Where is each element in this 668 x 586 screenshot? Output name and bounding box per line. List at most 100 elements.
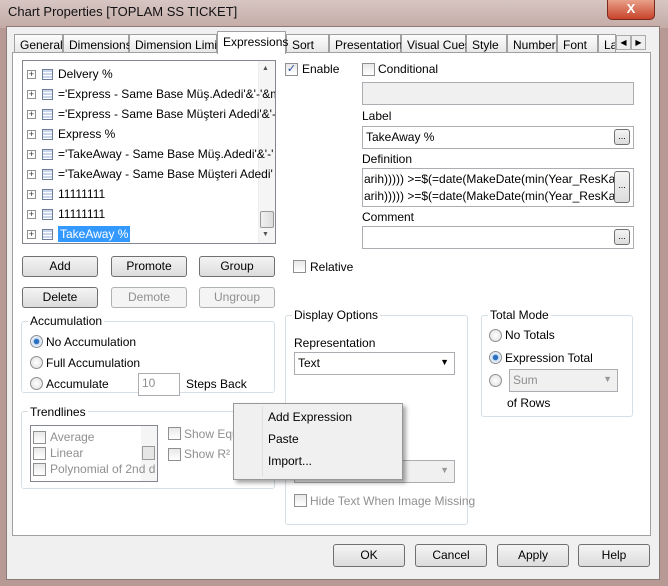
- comment-caption: Comment: [362, 210, 415, 224]
- expression-label: ='TakeAway - Same Base Müş.Adedi'&'-': [58, 147, 274, 161]
- scroll-thumb[interactable]: [260, 211, 274, 228]
- comment-ellipsis-button[interactable]: ...: [614, 229, 630, 245]
- table-icon: [42, 88, 53, 100]
- expression-label: TakeAway %: [58, 226, 131, 242]
- expression-label: 11111111: [58, 187, 106, 201]
- label-caption: Label: [362, 109, 392, 123]
- list-item[interactable]: + ='Express - Same Base Müşteri Adedi'&'-: [27, 105, 276, 123]
- table-icon: [42, 148, 53, 160]
- tab-dimension-limits[interactable]: Dimension Limits: [129, 34, 226, 53]
- list-item[interactable]: + ='TakeAway - Same Base Müşteri Adedi': [27, 165, 273, 183]
- total-function-value: Sum: [513, 373, 538, 387]
- expand-icon[interactable]: +: [27, 209, 36, 219]
- tab-visual-cues[interactable]: Visual Cues: [401, 34, 471, 53]
- expand-icon[interactable]: +: [27, 229, 36, 239]
- list-item[interactable]: + Express %: [27, 125, 115, 143]
- expand-icon[interactable]: +: [27, 129, 36, 139]
- conditional-checkbox[interactable]: [362, 63, 375, 76]
- expand-icon[interactable]: +: [27, 189, 36, 199]
- table-icon: [42, 68, 53, 80]
- total-function-select: Sum ▼: [509, 369, 618, 392]
- enable-checkbox[interactable]: ✓: [285, 63, 298, 76]
- cancel-button[interactable]: Cancel: [415, 544, 487, 567]
- tab-general[interactable]: General: [14, 34, 63, 53]
- tab-font[interactable]: Font: [557, 34, 598, 53]
- label-ellipsis-button[interactable]: ...: [614, 129, 630, 145]
- tab-number[interactable]: Number: [507, 34, 557, 53]
- representation-select[interactable]: Text ▼: [294, 352, 455, 375]
- expand-icon[interactable]: +: [27, 69, 36, 79]
- list-item[interactable]: +11111111: [27, 205, 105, 223]
- definition-line: arih))))) >=$(=date(MakeDate(min(Year_Re…: [364, 189, 616, 203]
- definition-input[interactable]: arih))))) >=$(=date(MakeDate(min(Year_Re…: [362, 168, 634, 207]
- of-rows-label: of Rows: [507, 396, 551, 410]
- tab-scroll-left-icon[interactable]: ◀: [616, 35, 631, 50]
- ungroup-button: Ungroup: [199, 287, 275, 308]
- menu-item-paste[interactable]: Paste: [268, 432, 299, 446]
- full-accumulation-radio[interactable]: [30, 356, 43, 369]
- accumulate-radio[interactable]: [30, 377, 43, 390]
- trendline-label: Linear: [50, 446, 84, 460]
- trendline-checkbox: [33, 462, 46, 476]
- table-icon: [42, 108, 53, 120]
- label-input[interactable]: TakeAway %: [362, 126, 634, 149]
- definition-ellipsis-button[interactable]: ...: [614, 171, 630, 203]
- aggregation-total-radio[interactable]: [489, 374, 502, 387]
- scroll-down-icon[interactable]: ▼: [262, 231, 269, 238]
- representation-caption: Representation: [294, 336, 376, 350]
- comment-input[interactable]: [362, 226, 634, 249]
- context-menu: Add Expression Paste Import...: [233, 403, 403, 480]
- tab-la[interactable]: La: [598, 34, 616, 53]
- steps-back-label: Steps Back: [186, 377, 247, 391]
- expand-icon[interactable]: +: [27, 149, 36, 159]
- tab-scroll-right-icon[interactable]: ▶: [631, 35, 646, 50]
- show-r2-label: Show R²: [184, 447, 231, 461]
- list-item[interactable]: + ='Express - Same Base Müş.Adedi'&'-'&m: [27, 85, 275, 103]
- representation-value: Text: [298, 356, 321, 370]
- help-button[interactable]: Help: [578, 544, 650, 567]
- conditional-label: Conditional: [378, 62, 439, 76]
- expand-icon[interactable]: +: [27, 89, 36, 99]
- tab-presentation[interactable]: Presentation: [329, 34, 402, 53]
- delete-button[interactable]: Delete: [22, 287, 98, 308]
- tab-sort[interactable]: Sort: [286, 34, 329, 53]
- tab-style[interactable]: Style: [466, 34, 507, 53]
- menu-item-import[interactable]: Import...: [268, 454, 312, 468]
- conditional-input: [362, 82, 634, 105]
- expression-total-label: Expression Total: [505, 351, 593, 365]
- trendlines-title: Trendlines: [28, 405, 88, 419]
- list-item[interactable]: + Delvery %: [27, 65, 113, 83]
- tab-dimensions[interactable]: Dimensions: [63, 34, 132, 53]
- apply-button[interactable]: Apply: [497, 544, 569, 567]
- trendlines-list: Average Linear Polynomial of 2nd d: [30, 425, 158, 482]
- list-item[interactable]: +11111111: [27, 185, 105, 203]
- enable-label: Enable: [302, 62, 340, 76]
- relative-label: Relative: [310, 260, 354, 274]
- trendline-checkbox: [33, 446, 46, 460]
- no-totals-radio[interactable]: [489, 329, 502, 342]
- no-accumulation-radio[interactable]: [30, 335, 43, 348]
- expression-label: ='Express - Same Base Müşteri Adedi'&'-: [58, 107, 276, 121]
- definition-caption: Definition: [362, 152, 413, 166]
- table-icon: [42, 188, 53, 200]
- expand-icon[interactable]: +: [27, 169, 36, 179]
- ok-button[interactable]: OK: [333, 544, 405, 567]
- group-button[interactable]: Group: [199, 256, 275, 277]
- promote-button[interactable]: Promote: [111, 256, 187, 277]
- menu-item-add-expression[interactable]: Add Expression: [268, 410, 352, 424]
- trendline-checkbox: [33, 430, 46, 444]
- expand-icon[interactable]: +: [27, 109, 36, 119]
- close-button[interactable]: X: [607, 0, 655, 20]
- show-r2-checkbox: [168, 448, 181, 461]
- expression-total-radio[interactable]: [489, 351, 502, 364]
- list-item[interactable]: + ='TakeAway - Same Base Müş.Adedi'&'-': [27, 145, 273, 163]
- relative-checkbox[interactable]: [293, 260, 306, 273]
- show-equation-checkbox: [168, 427, 181, 440]
- expression-list[interactable]: ▲ ▼ + Delvery % + ='Express - Same Base Müş…: [22, 60, 276, 244]
- scroll-up-icon[interactable]: ▲: [262, 65, 269, 72]
- list-item[interactable]: + TakeAway %: [27, 225, 131, 243]
- display-options-title: Display Options: [292, 308, 381, 322]
- tab-expressions[interactable]: Expressions: [217, 31, 288, 54]
- expression-label: Delvery %: [58, 67, 113, 81]
- add-button[interactable]: Add: [22, 256, 98, 277]
